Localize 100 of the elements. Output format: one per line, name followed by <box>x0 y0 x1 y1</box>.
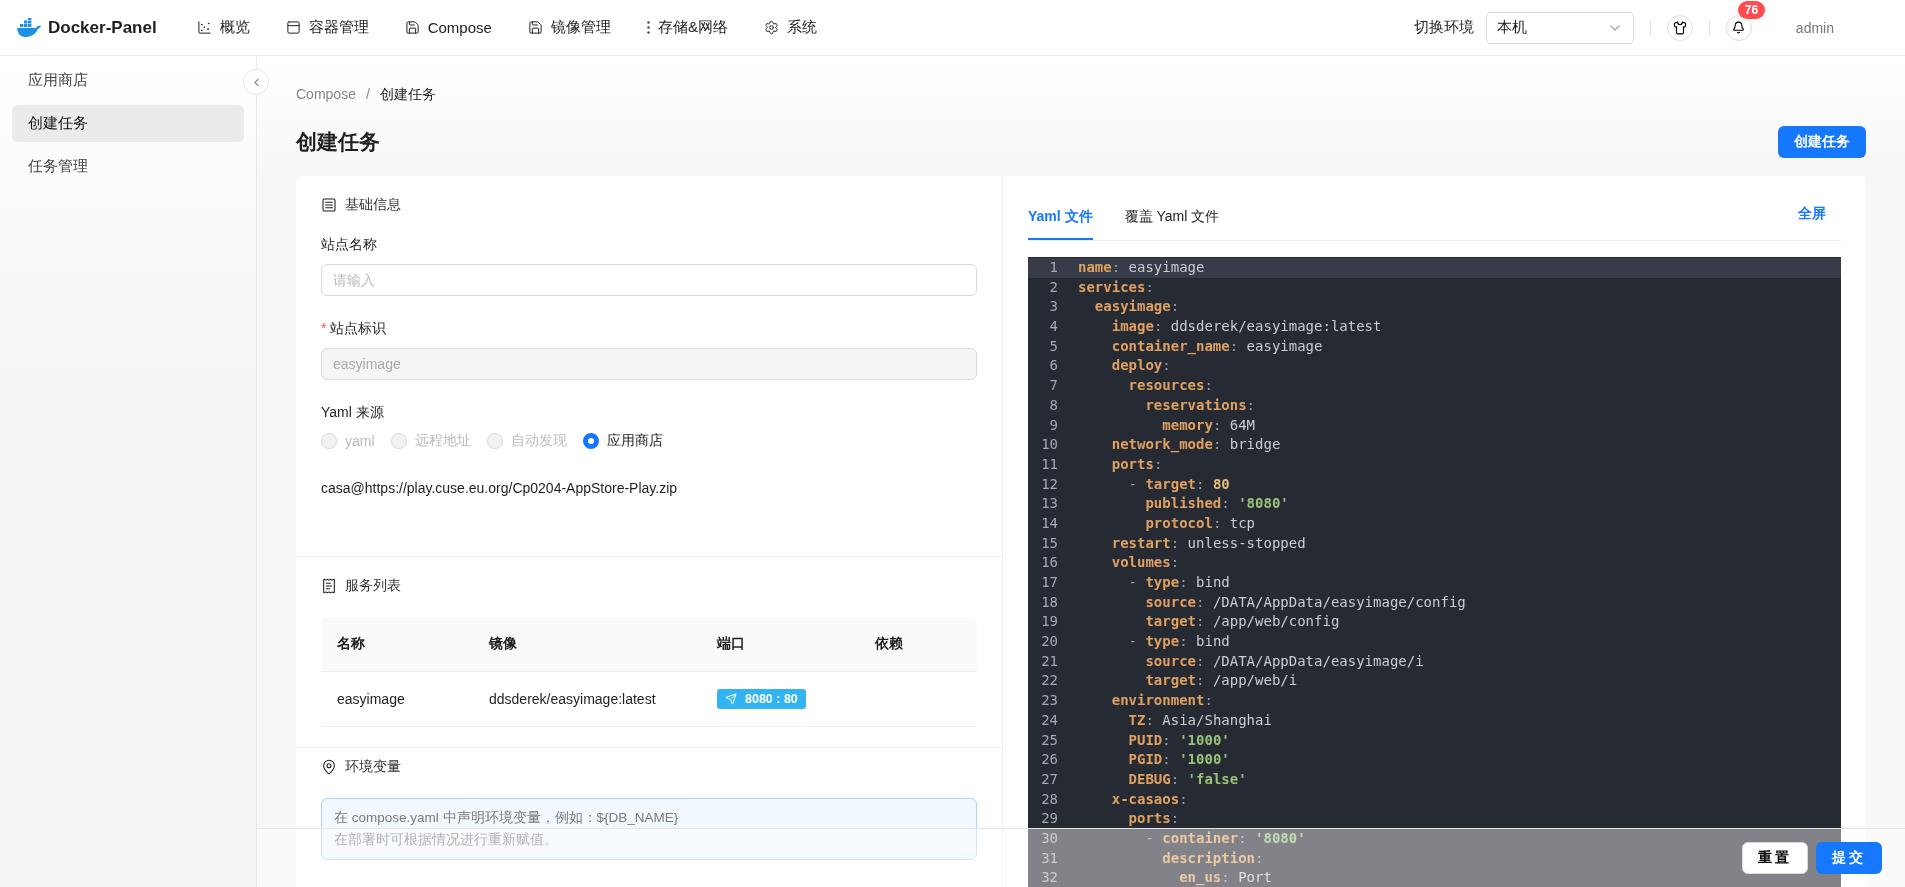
line-number: 2 <box>1048 277 1058 297</box>
section-title: 服务列表 <box>345 577 401 595</box>
code-line: - type: bind <box>1127 632 1230 652</box>
field-label: 站点名称 <box>321 236 377 254</box>
line-number: 16 <box>1040 553 1058 573</box>
code-line: PUID: '1000' <box>1127 730 1230 750</box>
code-line: network_mode: bridge <box>1110 435 1281 455</box>
line-number: 11 <box>1040 454 1058 474</box>
line-number: 32 <box>1040 868 1058 887</box>
code-line: - type: bind <box>1127 573 1230 592</box>
code-line: published: '8080' <box>1144 494 1289 514</box>
breadcrumb-link[interactable]: Compose <box>296 86 356 104</box>
nav-item[interactable]: 系统 <box>745 18 835 37</box>
vertical-dots-icon <box>646 21 650 34</box>
breadcrumb-current: 创建任务 <box>379 86 436 104</box>
line-number: 5 <box>1048 336 1058 356</box>
create-button[interactable]: 创建任务 <box>1778 126 1866 158</box>
sidebar-item[interactable]: 任务管理 <box>12 148 244 185</box>
line-number: 6 <box>1048 356 1058 376</box>
section-title: 基础信息 <box>345 196 401 214</box>
sidebar-item[interactable]: 创建任务 <box>12 105 244 142</box>
port-text: 8080 : 80 <box>745 692 798 706</box>
bell-icon <box>1732 21 1746 34</box>
map-pin-icon <box>321 759 337 775</box>
code-line: services: <box>1078 277 1154 297</box>
scatter-chart-icon <box>196 20 212 35</box>
radio-option[interactable]: 应用商店 <box>582 432 663 450</box>
line-number: 22 <box>1040 671 1058 691</box>
table-cell: easyimage <box>321 671 473 727</box>
shirt-icon <box>1672 20 1687 35</box>
line-number: 29 <box>1040 809 1058 829</box>
info-alert: 在 compose.yaml 中声明环境变量，例如：${DB_NAME} 在部署时可根据情况进行重新赋值。 <box>321 798 977 860</box>
column-header: 端口 <box>701 617 859 672</box>
code-line: restart: unless-stopped <box>1110 533 1306 553</box>
line-number: 10 <box>1040 435 1058 455</box>
env-select[interactable]: 本机 <box>1485 11 1634 44</box>
submit-button[interactable]: 提交 <box>1816 842 1882 874</box>
code-line: memory: 64M <box>1161 415 1256 435</box>
required-mark: * <box>321 320 327 338</box>
line-number: 15 <box>1040 533 1058 553</box>
code-line: resources: <box>1127 376 1213 396</box>
nav-item[interactable]: 概览 <box>178 18 268 37</box>
tab[interactable]: 覆盖 Yaml 文件 <box>1124 188 1220 240</box>
nav-item[interactable]: Compose <box>386 19 510 36</box>
code-line: ports: <box>1110 454 1163 474</box>
tab[interactable]: Yaml 文件 <box>1028 188 1093 240</box>
code-line: source: /DATA/AppData/easyimage/i <box>1144 651 1424 671</box>
code-line: ports: <box>1127 809 1180 829</box>
line-number: 23 <box>1040 691 1058 711</box>
line-number: 18 <box>1040 592 1058 612</box>
sidebar-item[interactable]: 应用商店 <box>12 62 244 99</box>
line-number: 8 <box>1048 395 1058 415</box>
code-line: - container: '8080' <box>1144 828 1306 848</box>
receipt-icon <box>321 578 337 594</box>
line-number: 28 <box>1040 789 1058 809</box>
code-line: source: /DATA/AppData/easyimage/config <box>1144 592 1466 612</box>
reset-button[interactable]: 重置 <box>1742 842 1808 874</box>
line-number: 3 <box>1048 297 1058 317</box>
notification-count: 76 <box>1737 0 1766 19</box>
code-line: volumes: <box>1110 553 1180 573</box>
user-name[interactable]: admin <box>1795 19 1834 36</box>
code-line: deploy: <box>1110 356 1171 376</box>
line-number: 12 <box>1040 474 1058 494</box>
line-number: 17 <box>1040 573 1058 592</box>
code-line: image: ddsderek/easyimage:latest <box>1110 317 1382 337</box>
site-name-input[interactable]: 请输入 <box>321 264 977 296</box>
fullscreen-link[interactable]: 全屏 <box>1798 205 1826 223</box>
panel-icon <box>285 20 301 35</box>
line-number: 14 <box>1040 513 1058 533</box>
line-number: 26 <box>1040 750 1058 770</box>
code-line: x-casaos: <box>1110 789 1188 809</box>
line-number: 27 <box>1040 769 1058 789</box>
column-header: 依赖 <box>859 617 977 672</box>
line-number: 21 <box>1040 651 1058 671</box>
code-line: name: easyimage <box>1078 258 1205 277</box>
line-number: 1 <box>1048 258 1058 277</box>
line-number: 4 <box>1048 317 1058 337</box>
code-line: description: <box>1161 848 1264 868</box>
line-number: 25 <box>1040 730 1058 750</box>
section-title: 环境变量 <box>345 758 401 776</box>
radio-circle[interactable] <box>582 433 599 449</box>
code-line: easyimage: <box>1093 297 1180 317</box>
code-line: target: /app/web/config <box>1144 612 1340 632</box>
code-line: PGID: '1000' <box>1127 750 1230 770</box>
page-title: 创建任务 <box>296 129 380 155</box>
field-label: 站点标识 <box>330 320 387 338</box>
send-icon <box>725 693 737 705</box>
line-number: 24 <box>1040 710 1058 730</box>
line-number: 13 <box>1040 494 1058 514</box>
code-line: DEBUG: 'false' <box>1127 769 1247 789</box>
column-header: 镜像 <box>473 617 701 672</box>
field-label: Yaml 来源 <box>321 404 384 422</box>
whale-logo-icon <box>16 17 42 38</box>
notification-button[interactable] <box>1725 14 1752 41</box>
code-line: target: /app/web/i <box>1144 671 1298 691</box>
nav-item[interactable]: 存储&网络 <box>628 18 746 37</box>
line-number: 19 <box>1040 612 1058 632</box>
nav-item[interactable]: 容器管理 <box>267 18 387 37</box>
nav-item[interactable]: 镜像管理 <box>509 18 629 37</box>
theme-button[interactable] <box>1666 14 1693 41</box>
